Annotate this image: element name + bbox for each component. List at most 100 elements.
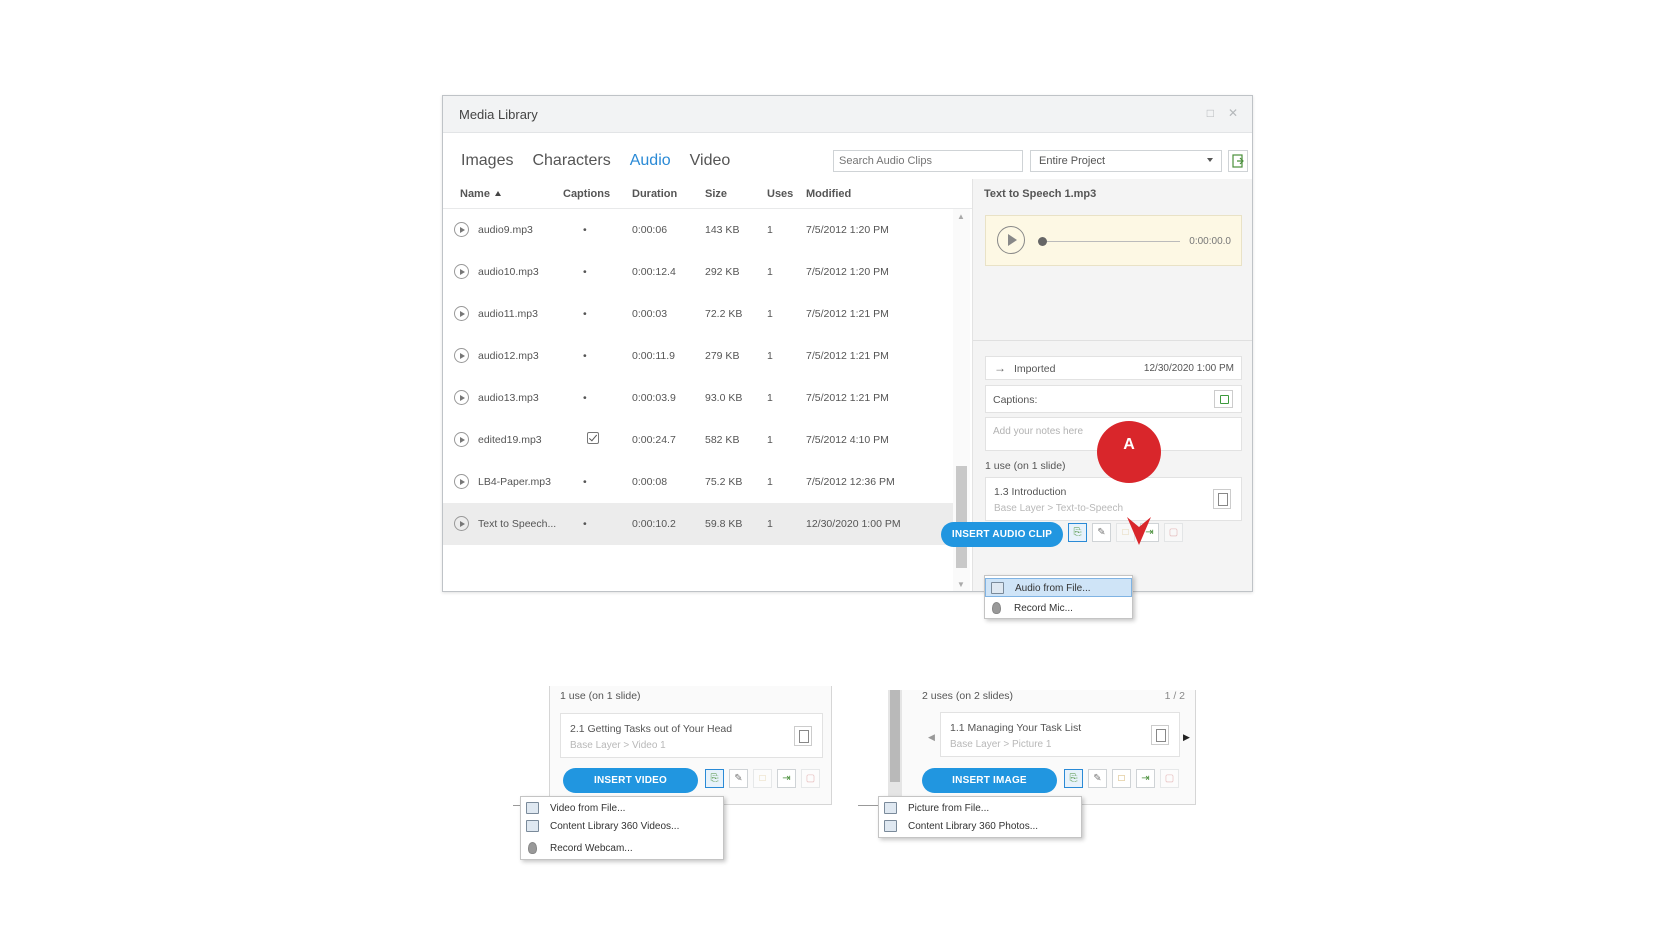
seek-handle[interactable] (1038, 237, 1047, 246)
column-header-duration[interactable]: Duration (632, 188, 677, 200)
menu-item-content-library-videos[interactable]: Content Library 360 Videos... (521, 817, 723, 836)
webcam-icon (528, 842, 537, 854)
close-icon[interactable]: ✕ (1228, 106, 1238, 120)
open-folder-button[interactable]: □ (753, 769, 772, 788)
folder-icon: □ (1118, 773, 1125, 784)
next-usage-icon[interactable]: ▶ (1183, 732, 1190, 743)
column-header-size[interactable]: Size (705, 188, 727, 200)
insert-audio-clip-button[interactable]: INSERT AUDIO CLIP (941, 522, 1063, 547)
clip-name: LB4-Paper.mp3 (478, 476, 551, 488)
menu-item-video-from-file[interactable]: Video from File... (521, 799, 723, 818)
open-folder-button[interactable]: □ (1112, 769, 1131, 788)
seek-track[interactable] (1043, 241, 1180, 242)
folder-icon: □ (759, 773, 766, 784)
usage-slide-path: Base Layer > Text-to-Speech (994, 503, 1124, 514)
clip-modified: 12/30/2020 1:00 PM (806, 518, 901, 530)
scope-dropdown[interactable]: Entire Project (1030, 150, 1222, 172)
table-row-selected[interactable]: Text to Speech... • 0:00:10.2 59.8 KB 1 … (443, 503, 959, 545)
delete-button[interactable]: ▢ (1164, 523, 1183, 542)
slide-usage-item[interactable]: 2.1 Getting Tasks out of Your Head Base … (560, 713, 823, 758)
go-to-slide-icon[interactable] (794, 726, 812, 746)
slide-usage-item[interactable]: 1.3 Introduction Base Layer > Text-to-Sp… (985, 477, 1242, 521)
clip-name: audio10.mp3 (478, 266, 539, 278)
edit-button[interactable]: ✎ (1092, 523, 1111, 542)
play-icon[interactable] (454, 432, 469, 447)
tab-images[interactable]: Images (461, 152, 513, 170)
audio-file-icon (991, 582, 1004, 594)
clip-duration: 0:00:03 (632, 308, 668, 320)
table-row[interactable]: LB4-Paper.mp3 • 0:00:08 75.2 KB 1 7/5/20… (443, 461, 959, 503)
tab-characters[interactable]: Characters (532, 152, 610, 170)
table-row[interactable]: audio11.mp3 • 0:00:03 72.2 KB 1 7/5/2012… (443, 293, 959, 335)
column-header-modified[interactable]: Modified (806, 188, 851, 200)
replace-button[interactable]: ⎘ (1064, 769, 1083, 788)
edit-button[interactable]: ✎ (729, 769, 748, 788)
clip-duration: 0:00:08 (632, 476, 668, 488)
video-file-icon (526, 802, 539, 814)
play-icon[interactable] (997, 226, 1025, 254)
play-icon[interactable] (454, 474, 469, 489)
usage-slide-title: 1.1 Managing Your Task List (950, 722, 1082, 734)
insert-audio-menu: Audio from File... Record Mic... (984, 575, 1133, 619)
play-icon[interactable] (454, 516, 469, 531)
content-library-icon (884, 820, 897, 832)
clip-captions: • (583, 308, 587, 320)
tab-audio[interactable]: Audio (630, 152, 671, 170)
search-input[interactable] (833, 150, 1023, 172)
vertical-scrollbar[interactable] (888, 690, 902, 804)
menu-item-record-mic[interactable]: Record Mic... (985, 599, 1132, 618)
insert-video-button[interactable]: INSERT VIDEO (563, 768, 698, 793)
delete-button[interactable]: ▢ (801, 769, 820, 788)
export-icon: ⇥ (1141, 773, 1150, 784)
go-to-slide-icon[interactable] (1213, 489, 1231, 509)
slide-usage-item[interactable]: 1.1 Managing Your Task List Base Layer >… (940, 712, 1180, 757)
play-icon[interactable] (454, 390, 469, 405)
usage-pager: 1 / 2 (1164, 690, 1185, 702)
go-to-slide-icon[interactable] (1151, 725, 1169, 745)
column-header-uses[interactable]: Uses (767, 188, 793, 200)
column-header-captions[interactable]: Captions (563, 188, 610, 200)
menu-item-audio-from-file[interactable]: Audio from File... (985, 578, 1132, 597)
column-header-name[interactable]: Name (460, 188, 501, 200)
clip-modified: 7/5/2012 1:20 PM (806, 266, 889, 278)
clip-size: 93.0 KB (705, 392, 743, 404)
previous-usage-icon[interactable]: ◀ (928, 732, 935, 743)
delete-button[interactable]: ▢ (1160, 769, 1179, 788)
scrollbar-thumb[interactable] (956, 466, 967, 568)
clip-duration: 0:00:03.9 (632, 392, 676, 404)
scrollbar-thumb[interactable] (890, 690, 900, 782)
export-button[interactable] (1228, 150, 1248, 172)
table-row[interactable]: audio9.mp3 • 0:00:06 143 KB 1 7/5/2012 1… (443, 209, 959, 251)
play-icon[interactable] (454, 264, 469, 279)
edit-captions-button[interactable] (1214, 390, 1233, 408)
clip-name: edited19.mp3 (478, 434, 542, 446)
replace-button[interactable]: ⎘ (1068, 523, 1087, 542)
table-row[interactable]: audio10.mp3 • 0:00:12.4 292 KB 1 7/5/201… (443, 251, 959, 293)
play-icon[interactable] (454, 222, 469, 237)
maximize-icon[interactable]: □ (1207, 106, 1214, 120)
table-row[interactable]: edited19.mp3 0:00:24.7 582 KB 1 7/5/2012… (443, 419, 959, 461)
edit-button[interactable]: ✎ (1088, 769, 1107, 788)
table-row[interactable]: audio13.mp3 • 0:00:03.9 93.0 KB 1 7/5/20… (443, 377, 959, 419)
imported-label: Imported (1014, 363, 1056, 375)
menu-item-record-webcam[interactable]: Record Webcam... (521, 839, 723, 858)
window-title: Media Library (459, 107, 538, 122)
clip-duration: 0:00:10.2 (632, 518, 676, 530)
clip-size: 582 KB (705, 434, 740, 446)
insert-image-menu: Picture from File... Content Library 360… (878, 796, 1082, 838)
tab-video[interactable]: Video (690, 152, 731, 170)
menu-item-content-library-photos[interactable]: Content Library 360 Photos... (879, 817, 1081, 836)
export-clip-button[interactable]: ⇥ (777, 769, 796, 788)
export-clip-button[interactable]: ⇥ (1136, 769, 1155, 788)
insert-image-button[interactable]: INSERT IMAGE (922, 768, 1057, 793)
scroll-up-icon[interactable]: ▲ (957, 212, 965, 221)
play-icon[interactable] (454, 348, 469, 363)
scroll-down-icon[interactable]: ▼ (957, 580, 965, 589)
replace-button[interactable]: ⎘ (705, 769, 724, 788)
trash-icon: ▢ (805, 773, 816, 784)
clip-captions: • (583, 224, 587, 236)
table-row[interactable]: audio12.mp3 • 0:00:11.9 279 KB 1 7/5/201… (443, 335, 959, 377)
menu-item-picture-from-file[interactable]: Picture from File... (879, 799, 1081, 818)
selected-clip-title: Text to Speech 1.mp3 (984, 188, 1097, 200)
play-icon[interactable] (454, 306, 469, 321)
